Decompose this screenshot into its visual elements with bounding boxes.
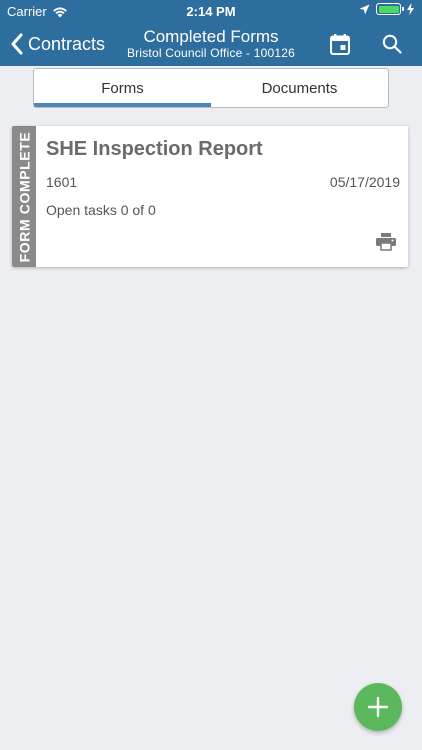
print-icon[interactable] [376, 233, 396, 251]
app-header: Carrier 2:14 PM Contracts Completed Form… [0, 0, 422, 66]
tab-documents-label: Documents [261, 79, 338, 97]
page-subtitle: Bristol Council Office - 100126 [126, 46, 296, 60]
search-button[interactable] [378, 30, 406, 58]
battery-level [378, 5, 399, 13]
calendar-button[interactable] [326, 30, 354, 58]
charging-bolt-icon [407, 3, 414, 15]
form-status-label: FORM COMPLETE [16, 131, 32, 262]
form-date: 05/17/2019 [329, 174, 400, 190]
status-bar: Carrier 2:14 PM [0, 0, 422, 22]
form-card[interactable]: FORM COMPLETE SHE Inspection Report 1601… [12, 126, 408, 267]
tab-forms-label: Forms [101, 79, 144, 97]
form-open-tasks: Open tasks 0 of 0 [46, 202, 156, 218]
battery-icon [376, 3, 404, 15]
add-form-button[interactable] [354, 683, 402, 731]
plus-icon [367, 696, 389, 718]
form-status-strip: FORM COMPLETE [12, 126, 36, 267]
location-arrow-icon [359, 4, 370, 14]
tab-forms[interactable]: Forms [34, 69, 211, 107]
back-chevron-icon [11, 33, 23, 55]
nav-title-group: Completed Forms Bristol Council Office -… [90, 27, 332, 60]
tab-documents[interactable]: Documents [211, 69, 388, 107]
segmented-tabs: Forms Documents [33, 68, 389, 108]
search-icon [382, 34, 402, 54]
calendar-icon [330, 33, 350, 55]
status-right [359, 3, 414, 15]
form-id: 1601 [46, 174, 78, 190]
nav-bar: Contracts Completed Forms Bristol Counci… [0, 22, 422, 66]
form-title: SHE Inspection Report [46, 138, 263, 160]
page-title: Completed Forms [143, 27, 279, 46]
